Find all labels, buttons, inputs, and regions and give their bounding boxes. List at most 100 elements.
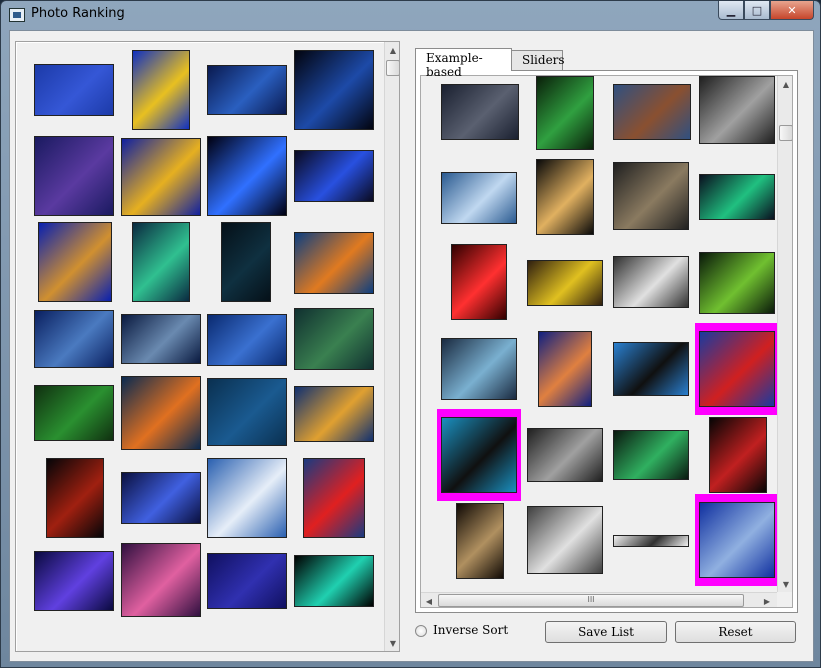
photo-city-bridge-night	[207, 65, 287, 115]
ranked-photo-thumbnail[interactable]	[221, 222, 271, 302]
photo-snow-leopard	[613, 162, 689, 230]
ranked-gallery[interactable]	[26, 50, 374, 650]
ranked-photo-thumbnail[interactable]	[303, 458, 365, 538]
ranked-photo-thumbnail[interactable]	[132, 222, 190, 302]
ranked-photo-thumbnail[interactable]	[207, 458, 287, 538]
title-bar[interactable]: Photo Ranking ▁ □ ✕	[1, 1, 820, 29]
ranked-gallery-scrollbar[interactable]: ▲ ▼	[384, 42, 399, 651]
photo-green-leaf-veins	[132, 222, 190, 302]
scroll-down-arrow-icon[interactable]: ▼	[778, 576, 792, 592]
ranked-photo-thumbnail[interactable]	[207, 314, 287, 366]
example-photo-thumbnail[interactable]	[456, 503, 504, 579]
example-photo-thumbnail[interactable]	[536, 76, 594, 150]
photo-deer-blue-sky	[613, 84, 691, 140]
photo-pouring-tea-cup	[132, 50, 190, 130]
example-photo-thumbnail[interactable]	[613, 535, 689, 547]
example-gallery-vscroll[interactable]: ▲ ▼	[777, 76, 792, 592]
example-photo-thumbnail[interactable]	[613, 256, 689, 308]
photo-guitar-neck-blue	[207, 553, 287, 609]
scroll-up-arrow-icon[interactable]: ▲	[385, 42, 399, 58]
example-photo-thumbnail[interactable]	[437, 409, 521, 501]
ranked-photo-thumbnail[interactable]	[46, 458, 104, 538]
inverse-sort-label[interactable]: Inverse Sort	[433, 623, 508, 637]
ranked-photo-thumbnail[interactable]	[121, 543, 201, 617]
example-photo-thumbnail[interactable]	[709, 417, 767, 493]
photo-water-glass-dots	[34, 64, 114, 116]
photo-blue-flower	[294, 150, 374, 202]
photo-green-gecko	[699, 252, 775, 314]
reset-button[interactable]: Reset	[675, 621, 796, 643]
hscroll-thumb[interactable]: III	[438, 594, 744, 607]
ranked-photo-thumbnail[interactable]	[121, 314, 201, 364]
maximize-button[interactable]: □	[744, 1, 770, 20]
example-photo-thumbnail[interactable]	[451, 244, 507, 320]
scroll-right-arrow-icon[interactable]: ▶	[759, 593, 775, 607]
ranked-photo-thumbnail[interactable]	[34, 136, 114, 216]
example-photo-thumbnail[interactable]	[695, 494, 777, 586]
example-photo-thumbnail[interactable]	[699, 174, 775, 220]
maximize-icon: □	[751, 3, 763, 17]
example-photo-thumbnail[interactable]	[441, 84, 519, 140]
photo-balloon-dragonfly	[294, 386, 374, 442]
vscroll-thumb[interactable]	[779, 125, 792, 141]
ranked-photo-thumbnail[interactable]	[294, 308, 374, 370]
photo-pier-couple-blue	[34, 310, 114, 368]
photo-boy-doorway-dark	[456, 503, 504, 579]
example-photo-thumbnail[interactable]	[699, 252, 775, 314]
save-list-button[interactable]: Save List	[545, 621, 667, 643]
ranked-photo-thumbnail[interactable]	[294, 555, 374, 607]
photo-tangled-cables-purple	[34, 551, 114, 611]
scroll-down-arrow-icon[interactable]: ▼	[385, 635, 399, 651]
close-button[interactable]: ✕	[770, 1, 814, 20]
example-photo-thumbnail[interactable]	[441, 172, 517, 224]
example-photo-thumbnail[interactable]	[699, 76, 775, 144]
ranked-photo-thumbnail[interactable]	[132, 50, 190, 130]
ranked-photo-thumbnail[interactable]	[121, 376, 201, 450]
ranked-photo-thumbnail[interactable]	[294, 386, 374, 442]
example-gallery-frame: ▲ ▼ ◀ III ▶	[420, 75, 793, 608]
photo-powerline-sunset-lake	[34, 136, 114, 216]
minimize-button[interactable]: ▁	[718, 1, 744, 20]
photo-capitol-night-reflection	[294, 50, 374, 130]
example-photo-thumbnail[interactable]	[538, 331, 592, 407]
ranked-photo-thumbnail[interactable]	[38, 222, 112, 302]
ranked-photo-thumbnail[interactable]	[34, 64, 114, 116]
example-photo-thumbnail[interactable]	[527, 260, 603, 306]
example-photo-thumbnail[interactable]	[613, 84, 691, 140]
scrollbar-thumb[interactable]	[386, 60, 399, 76]
tab-example-based[interactable]: Example-based	[415, 48, 512, 79]
photo-swan-blue-lake	[207, 314, 287, 366]
example-photo-thumbnail[interactable]	[613, 342, 689, 396]
ranked-photo-thumbnail[interactable]	[294, 50, 374, 130]
example-photo-thumbnail[interactable]	[441, 338, 517, 400]
inverse-sort-radio[interactable]	[415, 625, 427, 637]
example-photo-thumbnail[interactable]	[613, 430, 689, 480]
ranked-photo-thumbnail[interactable]	[34, 385, 114, 441]
client-area: ▲ ▼ Example-based Sliders ▲ ▼ ◀ III ▶ In…	[9, 30, 814, 662]
ranked-photo-thumbnail[interactable]	[34, 551, 114, 611]
photo-white-church-bw	[527, 506, 603, 574]
ranked-photo-thumbnail[interactable]	[207, 553, 287, 609]
scroll-left-arrow-icon[interactable]: ◀	[421, 593, 437, 607]
ranked-photo-thumbnail[interactable]	[121, 138, 201, 216]
example-photo-thumbnail[interactable]	[536, 159, 594, 235]
tab-sliders[interactable]: Sliders	[511, 50, 565, 71]
example-photo-thumbnail[interactable]	[527, 506, 603, 574]
photo-pink-sunset-poster	[121, 543, 201, 617]
ranked-photo-thumbnail[interactable]	[207, 65, 287, 115]
ranked-photo-thumbnail[interactable]	[294, 232, 374, 294]
photo-cyclist-silhouette	[38, 222, 112, 302]
example-gallery[interactable]	[421, 76, 777, 592]
example-photo-thumbnail[interactable]	[527, 428, 603, 482]
example-photo-thumbnail[interactable]	[695, 323, 777, 415]
ranked-photo-thumbnail[interactable]	[207, 136, 287, 216]
ranked-photo-thumbnail[interactable]	[121, 472, 201, 524]
ranked-photo-thumbnail[interactable]	[34, 310, 114, 368]
ranked-photo-thumbnail[interactable]	[294, 150, 374, 202]
example-gallery-hscroll[interactable]: ◀ III ▶	[421, 592, 777, 607]
scroll-up-arrow-icon[interactable]: ▲	[778, 76, 792, 92]
photo-blue-peacock-bird	[441, 338, 517, 400]
example-photo-thumbnail[interactable]	[613, 162, 689, 230]
ranked-photo-thumbnail[interactable]	[207, 378, 287, 446]
photo-orange-orchid-blue	[538, 331, 592, 407]
